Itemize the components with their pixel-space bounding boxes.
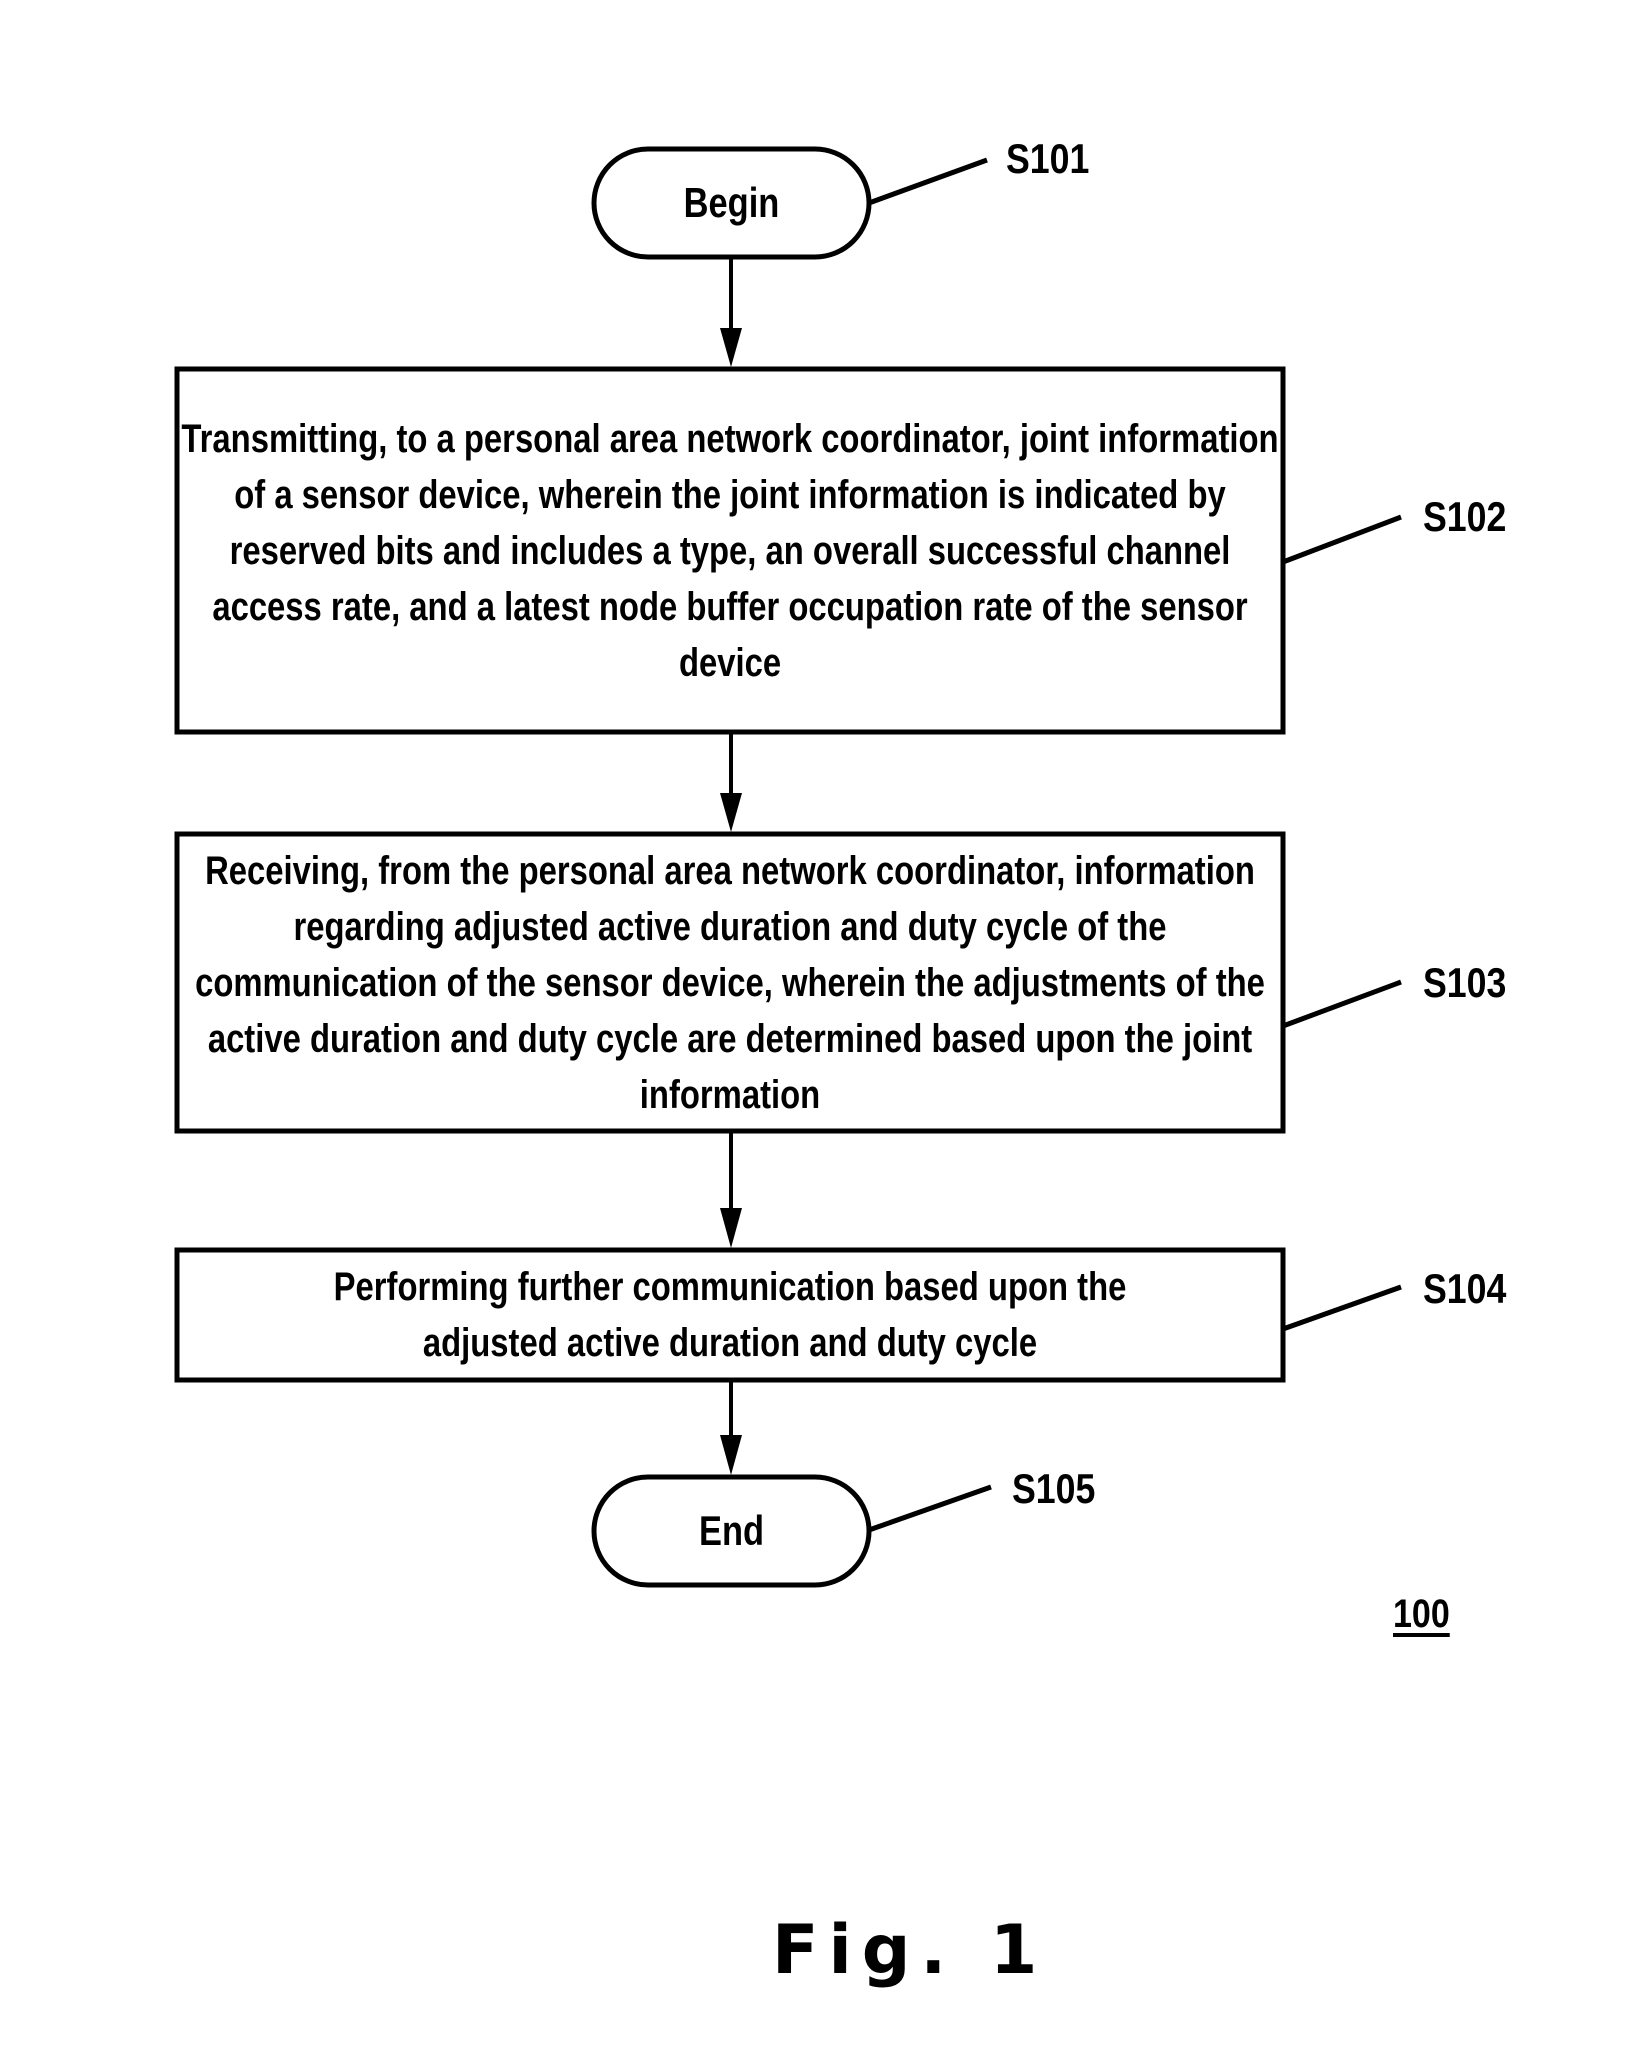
arrow-s102-s103 <box>720 732 742 832</box>
step-label-s103: S103 <box>1423 959 1507 1006</box>
arrow-s101-s102 <box>720 257 742 367</box>
arrow-s104-s105 <box>720 1380 742 1475</box>
step-s102-text: Transmitting, to a personal area network… <box>181 416 1279 685</box>
figure-reference-number: 100 <box>1393 1592 1450 1636</box>
leader-line-s105 <box>868 1484 992 1533</box>
step-s104-text: Performing further communication based u… <box>333 1265 1127 1365</box>
step-label-s101: S101 <box>1006 135 1090 182</box>
leader-line-s101 <box>868 157 988 206</box>
step-label-s102: S102 <box>1423 493 1507 540</box>
end-label: End <box>698 1507 765 1554</box>
step-label-s104: S104 <box>1423 1265 1507 1312</box>
arrow-s103-s104 <box>720 1131 742 1248</box>
leader-line-s104 <box>1282 1284 1402 1332</box>
figure-caption: Fig. 1 <box>772 1911 1048 1990</box>
step-label-s105: S105 <box>1012 1465 1096 1512</box>
leader-line-s103 <box>1282 979 1402 1029</box>
begin-label: Begin <box>683 179 780 226</box>
leader-line-s102 <box>1282 514 1402 565</box>
step-s103-text: Receiving, from the personal area networ… <box>195 848 1265 1117</box>
